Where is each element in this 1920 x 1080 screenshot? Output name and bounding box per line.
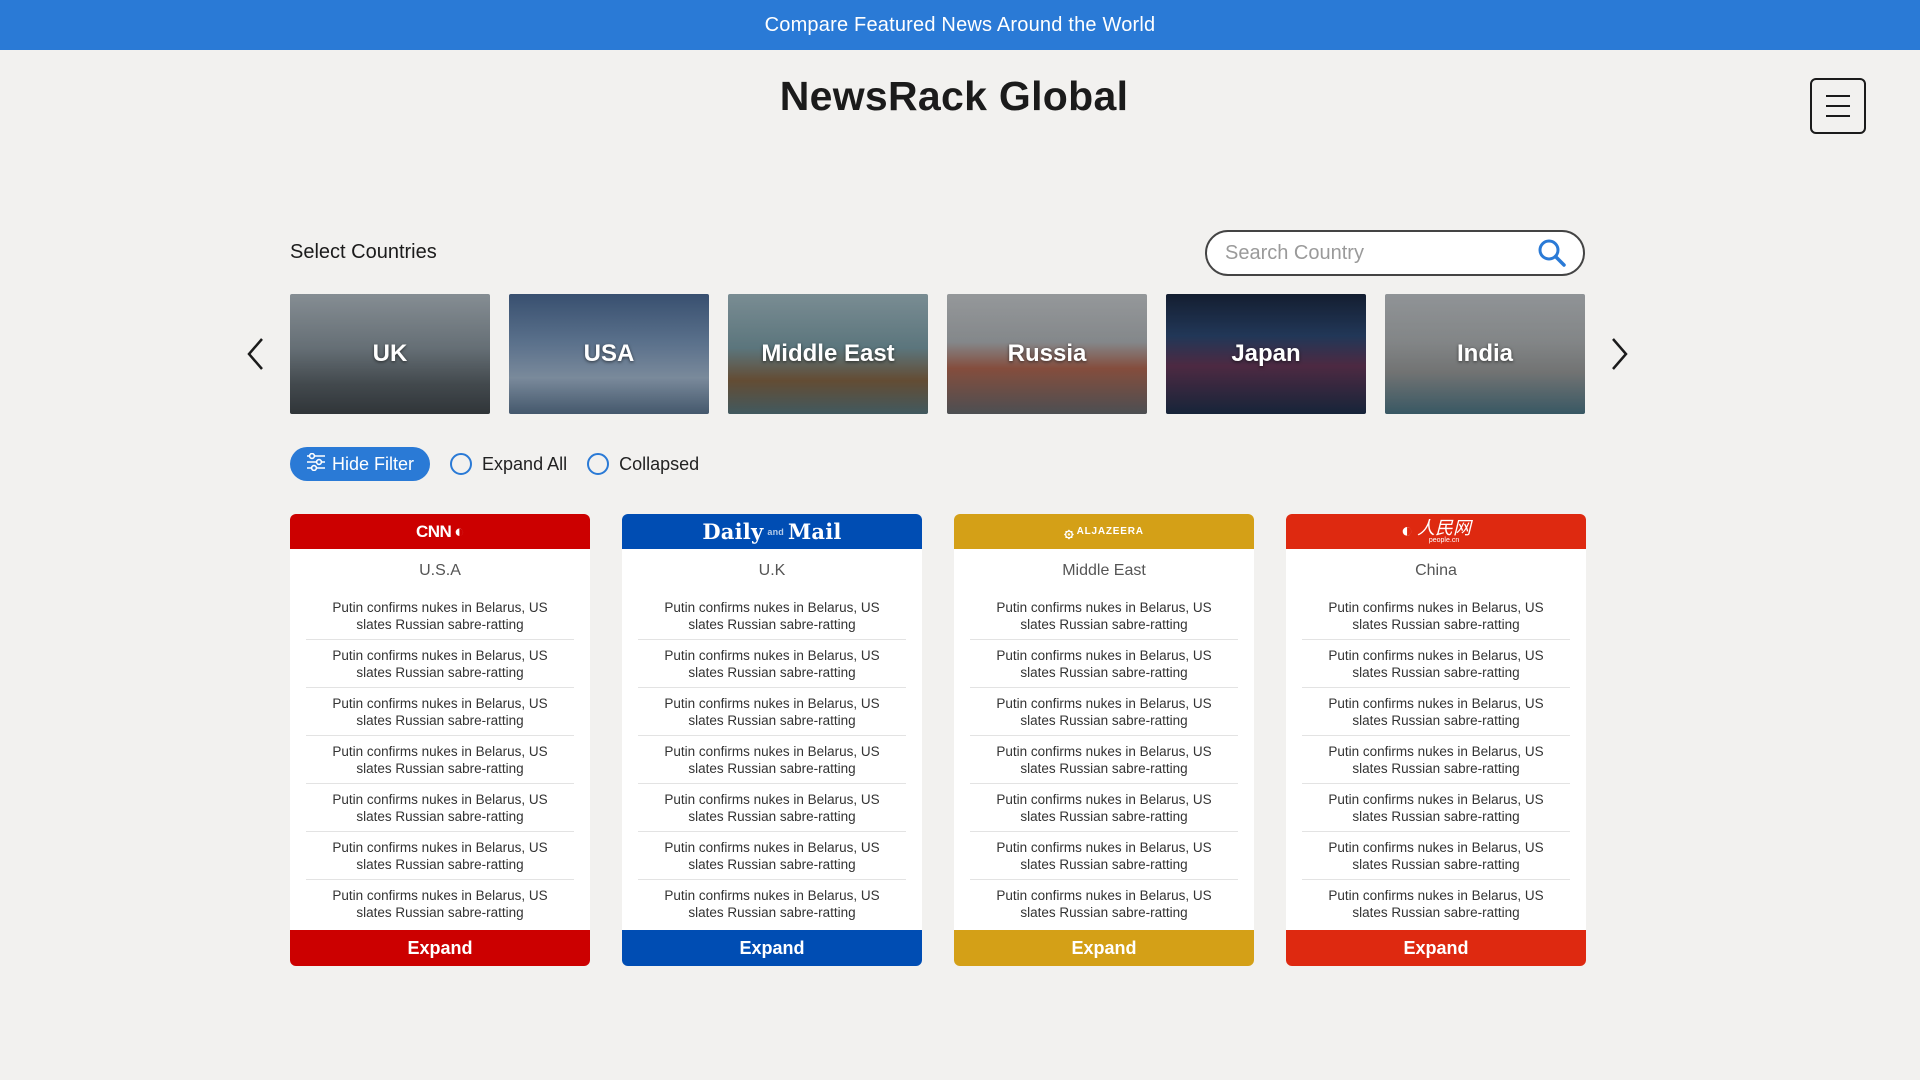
expand-all-radio[interactable]: Expand All (450, 453, 567, 475)
news-card-cnn: CNN ◐ U.S.A Putin confirms nukes in Bela… (290, 514, 590, 966)
headline-item[interactable]: Putin confirms nukes in Belarus, US slat… (970, 736, 1238, 784)
country-tile-label: Russia (1007, 340, 1087, 367)
people-cn-logo: ◐ 人民网 people.cn (1401, 519, 1471, 544)
headline-item[interactable]: Putin confirms nukes in Belarus, US slat… (638, 592, 906, 640)
radio-circle-icon (450, 453, 473, 475)
expand-button[interactable]: Expand (290, 930, 590, 966)
headline-item[interactable]: Putin confirms nukes in Belarus, US slat… (1302, 736, 1570, 784)
card-country: U.S.A (419, 562, 461, 579)
country-tile-label: UK (372, 340, 408, 367)
search-icon[interactable] (1535, 236, 1569, 270)
expand-all-label: Expand All (482, 453, 568, 474)
headline-item[interactable]: Putin confirms nukes in Belarus, US slat… (970, 880, 1238, 928)
logo-text: CNN (415, 521, 452, 541)
logo-mark: ◐ (1400, 520, 1414, 542)
country-tile-label: USA (583, 340, 635, 367)
headline-item[interactable]: Putin confirms nukes in Belarus, US slat… (1302, 832, 1570, 880)
headline-item[interactable]: Putin confirms nukes in Belarus, US slat… (638, 784, 906, 832)
headline-item[interactable]: Putin confirms nukes in Belarus, US slat… (1302, 592, 1570, 640)
card-header-people-cn: ◐ 人民网 people.cn (1286, 514, 1586, 549)
logo-text-mid: and (767, 526, 784, 537)
logo-subtext: people.cn (1428, 537, 1460, 544)
headline-item[interactable]: Putin confirms nukes in Belarus, US slat… (638, 688, 906, 736)
headline-item[interactable]: Putin confirms nukes in Belarus, US slat… (970, 688, 1238, 736)
headline-item[interactable]: Putin confirms nukes in Belarus, US slat… (306, 592, 574, 640)
headline-list: Putin confirms nukes in Belarus, US slat… (290, 592, 590, 928)
banner-text: Compare Featured News Around the World (764, 13, 1156, 36)
headline-item[interactable]: Putin confirms nukes in Belarus, US slat… (306, 736, 574, 784)
logo-text-right: Mail (787, 519, 842, 544)
dailymail-logo: Daily and Mail (702, 519, 841, 544)
country-tile-uk[interactable]: UK (290, 294, 490, 414)
headline-list: Putin confirms nukes in Belarus, US slat… (1286, 592, 1586, 928)
headline-item[interactable]: Putin confirms nukes in Belarus, US slat… (970, 640, 1238, 688)
country-tile-usa[interactable]: USA (509, 294, 709, 414)
country-tile-india[interactable]: India (1385, 294, 1585, 414)
country-carousel: UK USA Middle East Russia Japan India (290, 294, 1585, 414)
headline-item[interactable]: Putin confirms nukes in Belarus, US slat… (306, 880, 574, 928)
news-cards: CNN ◐ U.S.A Putin confirms nukes in Bela… (290, 514, 1586, 966)
headline-list: Putin confirms nukes in Belarus, US slat… (622, 592, 922, 928)
headline-item[interactable]: Putin confirms nukes in Belarus, US slat… (970, 784, 1238, 832)
headline-item[interactable]: Putin confirms nukes in Belarus, US slat… (638, 640, 906, 688)
headline-item[interactable]: Putin confirms nukes in Belarus, US slat… (1302, 640, 1570, 688)
headline-item[interactable]: Putin confirms nukes in Belarus, US slat… (1302, 688, 1570, 736)
headline-item[interactable]: Putin confirms nukes in Belarus, US slat… (1302, 880, 1570, 928)
search-country-input[interactable] (1225, 241, 1535, 265)
hamburger-menu-icon[interactable] (1810, 78, 1866, 134)
select-countries-label: Select Countries (290, 241, 437, 263)
radio-circle-icon (587, 453, 610, 475)
country-tile-russia[interactable]: Russia (947, 294, 1147, 414)
carousel-next-chevron-right-icon[interactable] (1603, 334, 1635, 374)
headline-item[interactable]: Putin confirms nukes in Belarus, US slat… (638, 736, 906, 784)
headline-item[interactable]: Putin confirms nukes in Belarus, US slat… (970, 832, 1238, 880)
headline-item[interactable]: Putin confirms nukes in Belarus, US slat… (970, 592, 1238, 640)
card-header-aljazeera: ۞ ALJAZEERA (954, 514, 1254, 549)
country-tile-label: India (1456, 340, 1513, 367)
expand-button[interactable]: Expand (622, 930, 922, 966)
headline-item[interactable]: Putin confirms nukes in Belarus, US slat… (1302, 784, 1570, 832)
logo-text-left: Daily (702, 519, 764, 544)
carousel-prev-chevron-left-icon[interactable] (240, 334, 272, 374)
card-country: China (1415, 562, 1457, 579)
country-tile-japan[interactable]: Japan (1166, 294, 1366, 414)
news-card-aljazeera: ۞ ALJAZEERA Middle East Putin confirms n… (954, 514, 1254, 966)
aljazeera-logo: ۞ ALJAZEERA (1064, 522, 1144, 542)
top-banner: Compare Featured News Around the World (0, 0, 1920, 50)
logo-text: ALJAZEERA (1076, 526, 1144, 537)
headline-item[interactable]: Putin confirms nukes in Belarus, US slat… (306, 640, 574, 688)
collapsed-label: Collapsed (619, 453, 700, 474)
headline-item[interactable]: Putin confirms nukes in Belarus, US slat… (638, 832, 906, 880)
site-title: NewsRack Global (779, 73, 1129, 119)
filter-controls: Hide Filter Expand All Collapsed (290, 447, 699, 481)
sliders-icon (306, 452, 326, 476)
logo-mark: ۞ (1064, 523, 1074, 541)
headline-item[interactable]: Putin confirms nukes in Belarus, US slat… (306, 688, 574, 736)
news-card-people-cn: ◐ 人民网 people.cn China Putin confirms nuk… (1286, 514, 1586, 966)
hide-filter-button[interactable]: Hide Filter (290, 447, 431, 481)
card-country: Middle East (1062, 562, 1146, 579)
logo-mark: ◐ (454, 521, 465, 541)
card-header-cnn: CNN ◐ (290, 514, 590, 549)
country-tile-label: Middle East (761, 340, 895, 367)
collapsed-radio[interactable]: Collapsed (587, 453, 699, 475)
card-country: U.K (758, 562, 786, 579)
news-card-dailymail: Daily and Mail U.K Putin confirms nukes … (622, 514, 922, 966)
hide-filter-label: Hide Filter (332, 453, 415, 474)
headline-item[interactable]: Putin confirms nukes in Belarus, US slat… (306, 784, 574, 832)
cnn-logo: CNN ◐ (415, 521, 465, 542)
country-tile-label: Japan (1231, 340, 1301, 367)
headline-list: Putin confirms nukes in Belarus, US slat… (954, 592, 1254, 928)
card-header-dailymail: Daily and Mail (622, 514, 922, 549)
expand-button[interactable]: Expand (954, 930, 1254, 966)
headline-item[interactable]: Putin confirms nukes in Belarus, US slat… (638, 880, 906, 928)
headline-item[interactable]: Putin confirms nukes in Belarus, US slat… (306, 832, 574, 880)
country-tile-middle-east[interactable]: Middle East (728, 294, 928, 414)
logo-text: 人民网 (1417, 518, 1472, 538)
country-search (1205, 230, 1585, 276)
expand-button[interactable]: Expand (1286, 930, 1586, 966)
